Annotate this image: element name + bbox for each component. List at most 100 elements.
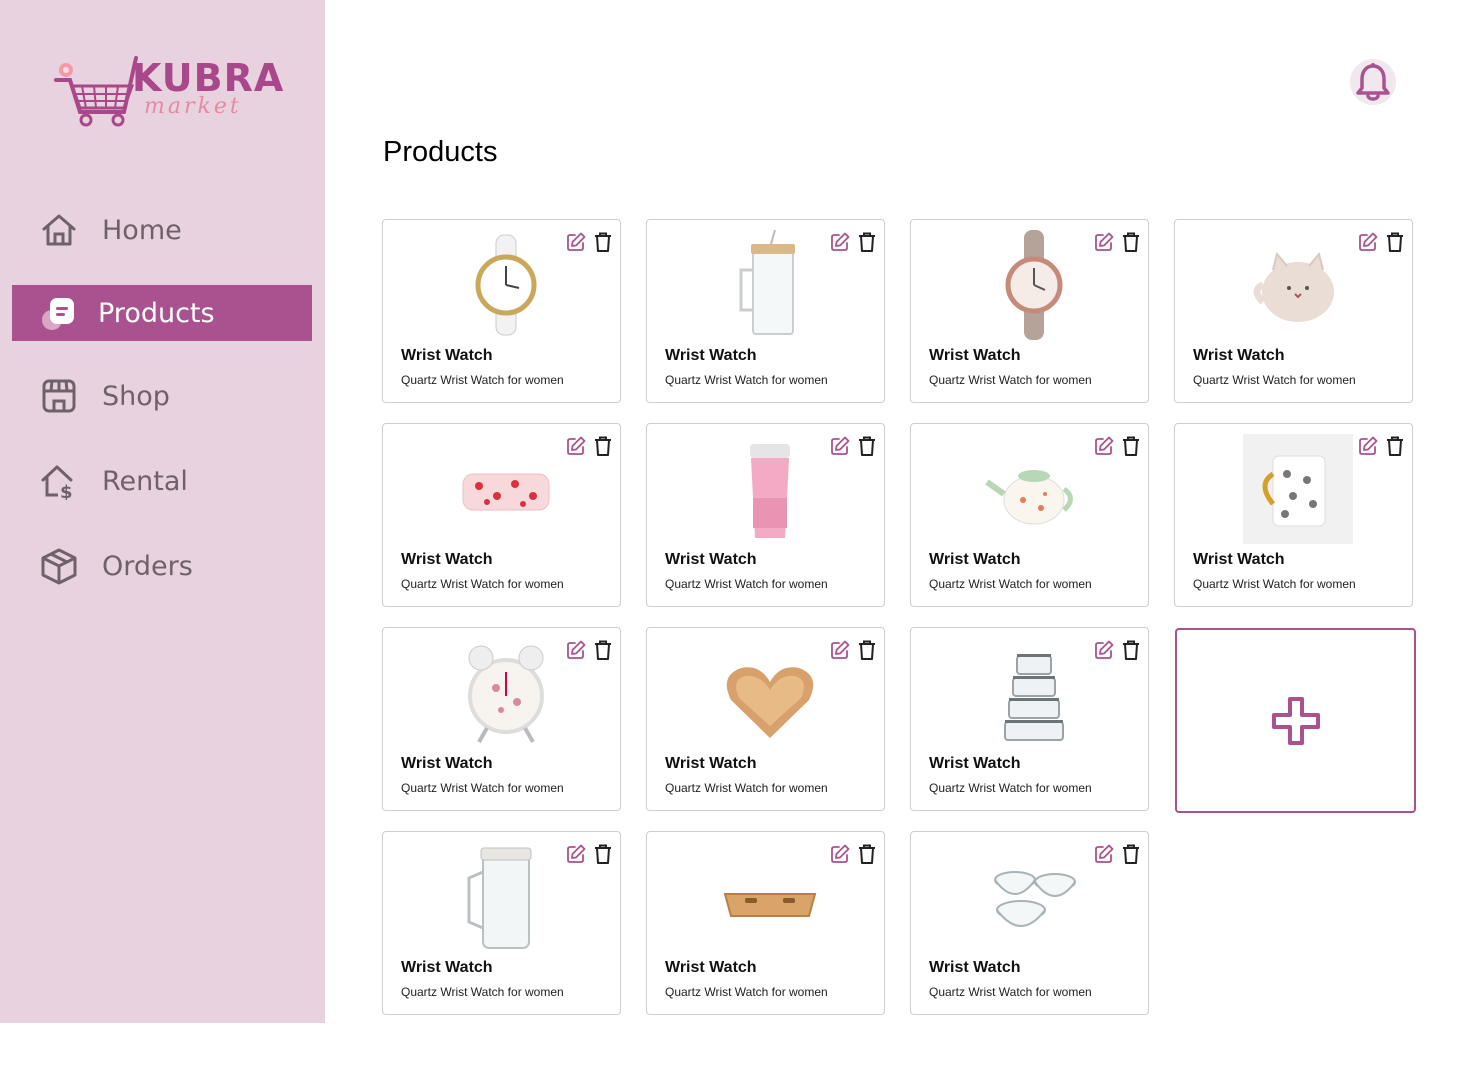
product-image <box>1243 434 1353 544</box>
delete-icon[interactable] <box>594 640 612 660</box>
product-name: Wrist Watch <box>929 347 1021 364</box>
rental-icon: $ <box>41 465 73 500</box>
sidebar-item-orders[interactable]: Orders <box>12 538 312 594</box>
product-image <box>468 645 544 743</box>
page-title: Products <box>383 136 498 168</box>
sidebar-item-shop[interactable]: Shop <box>12 368 312 424</box>
brand-subtitle: market <box>144 94 242 119</box>
product-description: Quartz Wrist Watch for women <box>401 985 564 999</box>
product-card[interactable]: Wrist Watch Quartz Wrist Watch for women <box>382 831 621 1015</box>
delete-icon[interactable] <box>594 436 612 456</box>
product-image <box>467 847 532 949</box>
product-description: Quartz Wrist Watch for women <box>665 373 828 387</box>
edit-icon[interactable] <box>1094 844 1114 864</box>
product-card[interactable]: Wrist Watch Quartz Wrist Watch for women <box>1174 423 1413 607</box>
edit-icon[interactable] <box>830 640 850 660</box>
sidebar: KUBRA market Home Products Shop $ Rental… <box>0 0 325 1023</box>
product-card[interactable]: Wrist Watch Quartz Wrist Watch for women <box>910 831 1149 1015</box>
orders-icon <box>41 548 77 585</box>
product-image <box>475 234 537 336</box>
product-description: Quartz Wrist Watch for women <box>929 373 1092 387</box>
edit-icon[interactable] <box>566 232 586 252</box>
delete-icon[interactable] <box>858 844 876 864</box>
product-image <box>739 230 795 335</box>
product-name: Wrist Watch <box>929 755 1021 772</box>
edit-icon[interactable] <box>830 844 850 864</box>
edit-icon[interactable] <box>1094 436 1114 456</box>
edit-icon[interactable] <box>566 640 586 660</box>
product-description: Quartz Wrist Watch for women <box>401 577 564 591</box>
plus-icon <box>1271 696 1320 745</box>
add-product-button[interactable] <box>1175 628 1416 813</box>
delete-icon[interactable] <box>594 232 612 252</box>
edit-icon[interactable] <box>1358 232 1378 252</box>
sidebar-item-label: Home <box>102 214 182 246</box>
product-name: Wrist Watch <box>401 755 493 772</box>
product-description: Quartz Wrist Watch for women <box>401 781 564 795</box>
edit-icon[interactable] <box>1094 640 1114 660</box>
product-description: Quartz Wrist Watch for women <box>1193 577 1356 591</box>
edit-icon[interactable] <box>830 436 850 456</box>
product-card[interactable]: Wrist Watch Quartz Wrist Watch for women <box>382 423 621 607</box>
product-description: Quartz Wrist Watch for women <box>1193 373 1356 387</box>
product-description: Quartz Wrist Watch for women <box>401 373 564 387</box>
product-name: Wrist Watch <box>401 959 493 976</box>
product-name: Wrist Watch <box>665 959 757 976</box>
edit-icon[interactable] <box>566 844 586 864</box>
sidebar-item-home[interactable]: Home <box>12 202 312 258</box>
brand-logo[interactable]: KUBRA market <box>52 50 283 130</box>
product-image <box>1004 654 1064 741</box>
delete-icon[interactable] <box>1122 844 1140 864</box>
delete-icon[interactable] <box>1122 640 1140 660</box>
edit-icon[interactable] <box>1358 436 1378 456</box>
delete-icon[interactable] <box>1386 436 1404 456</box>
sidebar-item-label: Products <box>98 297 215 329</box>
product-card[interactable]: Wrist Watch Quartz Wrist Watch for women <box>910 219 1149 403</box>
product-name: Wrist Watch <box>929 551 1021 568</box>
edit-icon[interactable] <box>830 232 850 252</box>
product-image <box>462 473 550 511</box>
product-card[interactable]: Wrist Watch Quartz Wrist Watch for women <box>646 627 885 811</box>
product-card[interactable]: Wrist Watch Quartz Wrist Watch for women <box>382 219 621 403</box>
product-description: Quartz Wrist Watch for women <box>665 577 828 591</box>
product-card[interactable]: Wrist Watch Quartz Wrist Watch for women <box>910 627 1149 811</box>
shop-icon <box>42 379 76 413</box>
sidebar-item-label: Shop <box>102 380 170 412</box>
svg-text:$: $ <box>60 482 73 500</box>
product-name: Wrist Watch <box>929 959 1021 976</box>
product-image <box>1005 230 1063 340</box>
product-name: Wrist Watch <box>665 347 757 364</box>
delete-icon[interactable] <box>858 436 876 456</box>
product-description: Quartz Wrist Watch for women <box>929 781 1092 795</box>
delete-icon[interactable] <box>858 232 876 252</box>
edit-icon[interactable] <box>1094 232 1114 252</box>
delete-icon[interactable] <box>858 640 876 660</box>
product-card[interactable]: Wrist Watch Quartz Wrist Watch for women <box>646 423 885 607</box>
sidebar-item-products[interactable]: Products <box>12 285 312 341</box>
products-icon <box>42 298 74 330</box>
delete-icon[interactable] <box>1386 232 1404 252</box>
product-card[interactable]: Wrist Watch Quartz Wrist Watch for women <box>1174 219 1413 403</box>
delete-icon[interactable] <box>1122 232 1140 252</box>
product-card[interactable]: Wrist Watch Quartz Wrist Watch for women <box>646 219 885 403</box>
product-image <box>985 470 1073 525</box>
sidebar-item-label: Rental <box>102 465 188 497</box>
edit-icon[interactable] <box>566 436 586 456</box>
product-description: Quartz Wrist Watch for women <box>929 985 1092 999</box>
cart-logo-icon <box>54 56 138 127</box>
product-image <box>750 444 790 538</box>
product-image <box>1253 251 1334 322</box>
sidebar-item-rental[interactable]: $ Rental <box>12 453 312 509</box>
sidebar-item-label: Orders <box>102 550 193 582</box>
delete-icon[interactable] <box>594 844 612 864</box>
product-name: Wrist Watch <box>401 551 493 568</box>
product-card[interactable]: Wrist Watch Quartz Wrist Watch for women <box>382 627 621 811</box>
product-card[interactable]: Wrist Watch Quartz Wrist Watch for women <box>910 423 1149 607</box>
delete-icon[interactable] <box>1122 436 1140 456</box>
product-name: Wrist Watch <box>665 755 757 772</box>
product-name: Wrist Watch <box>1193 347 1285 364</box>
notification-button[interactable] <box>1350 59 1396 105</box>
product-name: Wrist Watch <box>1193 551 1285 568</box>
product-image <box>994 871 1076 927</box>
product-card[interactable]: Wrist Watch Quartz Wrist Watch for women <box>646 831 885 1015</box>
